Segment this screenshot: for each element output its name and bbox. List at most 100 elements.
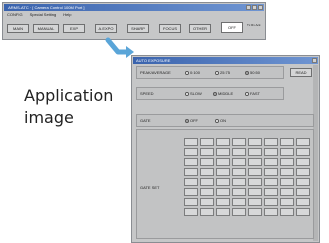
gate-set-label: GATE SET	[140, 185, 160, 190]
gate-cell-button[interactable]	[232, 198, 246, 206]
peak-average-option-25-75[interactable]: 25:75	[215, 70, 230, 75]
gate-option-off[interactable]: OFF	[185, 118, 198, 123]
menu-special-setting[interactable]: Special Setting	[30, 12, 57, 17]
gate-cell-button[interactable]	[264, 168, 278, 176]
gate-cell-button[interactable]	[264, 188, 278, 196]
dialog-close-button[interactable]	[312, 58, 317, 63]
gate-cell-button[interactable]	[184, 168, 198, 176]
menu-config[interactable]: CONFIG	[7, 12, 23, 17]
toolbar-aexpo-button[interactable]: A.EXPO	[95, 24, 117, 33]
radio-selected-icon	[245, 70, 249, 75]
caption-line-1: Application	[24, 86, 114, 105]
gate-cell-button[interactable]	[264, 138, 278, 146]
gate-cell-button[interactable]	[200, 158, 214, 166]
main-window-title: ARMS-ATC · [ Camera Control 100M Port ]	[7, 5, 85, 10]
gate-cell-button[interactable]	[200, 208, 214, 216]
gate-cell-button[interactable]	[280, 198, 294, 206]
gate-cell-button[interactable]	[200, 188, 214, 196]
gate-cell-button[interactable]	[216, 148, 230, 156]
gate-cell-button[interactable]	[248, 138, 262, 146]
gate-cell-button[interactable]	[216, 158, 230, 166]
gate-cell-button[interactable]	[216, 168, 230, 176]
toolbar-exp-button[interactable]: EXP	[63, 24, 85, 33]
gate-cell-button[interactable]	[296, 178, 310, 186]
gate-cell-button[interactable]	[232, 168, 246, 176]
speed-option-fast[interactable]: FAST	[245, 91, 260, 96]
gate-cell-button[interactable]	[248, 178, 262, 186]
gate-cell-button[interactable]	[280, 208, 294, 216]
gate-cell-button[interactable]	[184, 148, 198, 156]
toolbar-main-button[interactable]: MAIN	[7, 24, 29, 33]
toolbar-other-button[interactable]: OTHER	[189, 24, 211, 33]
radio-icon	[245, 91, 249, 96]
menu-help[interactable]: Help	[63, 12, 71, 17]
gate-cell-button[interactable]	[296, 158, 310, 166]
toolbar-manual-button[interactable]: MANUAL	[33, 24, 59, 33]
gate-cell-button[interactable]	[264, 178, 278, 186]
gate-cell-button[interactable]	[280, 188, 294, 196]
maximize-button[interactable]	[252, 5, 257, 10]
gate-cell-button[interactable]	[296, 208, 310, 216]
gate-cell-button[interactable]	[200, 148, 214, 156]
read-button[interactable]: READ	[290, 68, 312, 77]
gate-cell-button[interactable]	[248, 168, 262, 176]
gate-cell-button[interactable]	[200, 168, 214, 176]
gate-cell-button[interactable]	[296, 198, 310, 206]
gate-cell-button[interactable]	[216, 198, 230, 206]
gate-cell-button[interactable]	[232, 158, 246, 166]
gate-cell-button[interactable]	[280, 158, 294, 166]
toolbar-sharp-button[interactable]: SHARP	[127, 24, 149, 33]
gate-cell-button[interactable]	[248, 198, 262, 206]
gate-cell-button[interactable]	[264, 148, 278, 156]
gate-cell-button[interactable]	[184, 198, 198, 206]
toolbar-focus-button[interactable]: FOCUS	[159, 24, 181, 33]
gate-cell-button[interactable]	[216, 178, 230, 186]
gate-cell-button[interactable]	[264, 158, 278, 166]
gate-group: GATE OFF ON	[136, 114, 314, 127]
peak-average-option-50-50[interactable]: 50:50	[245, 70, 260, 75]
gate-cell-button[interactable]	[248, 158, 262, 166]
gate-cell-button[interactable]	[264, 198, 278, 206]
gate-cell-button[interactable]	[232, 148, 246, 156]
main-window-titlebar[interactable]: ARMS-ATC · [ Camera Control 100M Port ]	[4, 4, 264, 11]
close-button[interactable]	[258, 5, 263, 10]
peak-average-option-0-100[interactable]: 0:100	[185, 70, 200, 75]
gate-cell-button[interactable]	[248, 148, 262, 156]
gate-cell-button[interactable]	[216, 138, 230, 146]
gate-cell-button[interactable]	[232, 188, 246, 196]
gate-cell-button[interactable]	[296, 168, 310, 176]
dialog-titlebar[interactable]: AUTO EXPOSURE	[133, 57, 318, 64]
radio-label: 50:50	[250, 70, 261, 75]
gate-cell-button[interactable]	[200, 138, 214, 146]
status-indicators: Tx Rx Ack	[247, 23, 261, 27]
toolbar-off-button[interactable]: OFF	[221, 22, 243, 33]
speed-option-middle[interactable]: MIDDLE	[213, 91, 233, 96]
speed-option-slow[interactable]: SLOW	[185, 91, 202, 96]
gate-option-on[interactable]: ON	[215, 118, 226, 123]
gate-cell-button[interactable]	[296, 148, 310, 156]
gate-cell-button[interactable]	[264, 208, 278, 216]
gate-cell-button[interactable]	[296, 188, 310, 196]
gate-cell-button[interactable]	[184, 188, 198, 196]
gate-cell-button[interactable]	[280, 168, 294, 176]
gate-cell-button[interactable]	[216, 208, 230, 216]
gate-cell-button[interactable]	[184, 178, 198, 186]
gate-cell-button[interactable]	[184, 138, 198, 146]
gate-cell-button[interactable]	[248, 188, 262, 196]
gate-cell-button[interactable]	[280, 148, 294, 156]
gate-cell-button[interactable]	[232, 208, 246, 216]
gate-cell-button[interactable]	[216, 188, 230, 196]
minimize-button[interactable]	[246, 5, 251, 10]
gate-cell-button[interactable]	[280, 178, 294, 186]
gate-cell-button[interactable]	[200, 198, 214, 206]
gate-cell-button[interactable]	[280, 138, 294, 146]
gate-cell-button[interactable]	[232, 138, 246, 146]
gate-cell-button[interactable]	[232, 178, 246, 186]
gate-set-grid	[184, 138, 310, 216]
gate-cell-button[interactable]	[184, 208, 198, 216]
gate-cell-button[interactable]	[184, 158, 198, 166]
gate-cell-button[interactable]	[296, 138, 310, 146]
gate-cell-button[interactable]	[200, 178, 214, 186]
radio-label: OFF	[190, 118, 198, 123]
gate-cell-button[interactable]	[248, 208, 262, 216]
